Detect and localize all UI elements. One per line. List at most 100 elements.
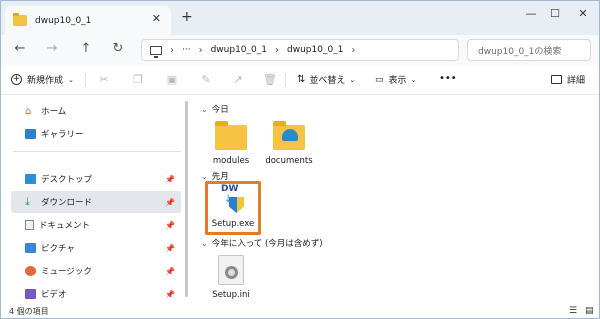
chevron-right-icon: › bbox=[170, 44, 174, 56]
sidebar-item-home[interactable]: ⌂ ホーム bbox=[11, 100, 181, 122]
documents-folder-icon bbox=[273, 121, 305, 150]
divider bbox=[85, 73, 86, 87]
sidebar-item-label: ミュージック bbox=[41, 267, 92, 277]
documents-badge-icon bbox=[282, 129, 298, 141]
pin-icon[interactable]: 📌 bbox=[165, 290, 175, 299]
sidebar-item-desktop[interactable]: デスクトップ 📌 bbox=[11, 168, 181, 190]
chevron-down-icon: ⌄ bbox=[201, 238, 208, 248]
sidebar-item-label: デスクトップ bbox=[41, 175, 93, 185]
chevron-down-icon: ⌄ bbox=[201, 104, 208, 114]
details-label: 詳細 bbox=[567, 76, 586, 86]
tab-close-icon[interactable]: ✕ bbox=[152, 12, 161, 25]
sidebar-item-label: ホーム bbox=[41, 107, 67, 117]
sidebar-item-label: ドキュメント bbox=[39, 221, 91, 231]
refresh-button[interactable]: ↻ bbox=[109, 41, 127, 56]
delete-icon[interactable]: 🗑 bbox=[263, 73, 277, 87]
address-bar[interactable]: › ··· › dwup10_0_1 › dwup10_0_1 › bbox=[141, 39, 459, 61]
breadcrumb-item[interactable]: dwup10_0_1 bbox=[211, 45, 267, 55]
view-label: 表示 bbox=[388, 76, 407, 86]
status-bar: 4 個の項目 bbox=[1, 304, 599, 318]
pictures-icon bbox=[25, 243, 36, 253]
divider bbox=[13, 151, 181, 152]
search-input[interactable]: dwup10_0_1の検索 bbox=[467, 39, 591, 61]
home-icon: ⌂ bbox=[25, 106, 32, 117]
sidebar-item-label: ダウンロード bbox=[41, 198, 93, 208]
item-count: 4 個の項目 bbox=[9, 306, 49, 316]
file-name: Setup.ini bbox=[212, 290, 250, 300]
tab-title: dwup10_0_1 bbox=[35, 15, 92, 26]
view-button[interactable]: ▭ 表示 ⌄ bbox=[375, 73, 417, 87]
details-button[interactable]: 詳細 bbox=[551, 73, 585, 86]
file-item-setup-exe[interactable]: Setup.exe bbox=[203, 219, 263, 229]
pin-icon[interactable]: 📌 bbox=[165, 244, 175, 253]
file-item-modules[interactable]: modules bbox=[201, 121, 261, 166]
new-label: 新規作成 bbox=[27, 76, 64, 86]
paste-icon[interactable]: ▣ bbox=[165, 73, 179, 87]
sidebar-item-documents[interactable]: ドキュメント 📌 bbox=[11, 214, 181, 236]
breadcrumb-more[interactable]: ··· bbox=[182, 45, 191, 55]
up-button[interactable]: ↑ bbox=[77, 41, 95, 56]
sort-icon: ⇅ bbox=[297, 74, 306, 85]
folder-icon bbox=[13, 13, 27, 26]
uac-shield-icon bbox=[229, 197, 244, 213]
close-button[interactable]: ✕ bbox=[573, 7, 593, 20]
documents-icon bbox=[25, 220, 34, 230]
sidebar-item-label: ビデオ bbox=[41, 290, 67, 300]
chevron-down-icon: ⌄ bbox=[410, 75, 417, 84]
file-item-documents[interactable]: documents bbox=[259, 121, 319, 166]
desktop-icon bbox=[25, 174, 36, 184]
more-options-button[interactable]: ••• bbox=[439, 73, 457, 84]
file-explorer-window: dwup10_0_1 ✕ + — ☐ ✕ ← → ↑ ↻ › ··· › dwu… bbox=[0, 0, 600, 319]
gear-icon bbox=[225, 266, 238, 279]
chevron-right-icon: › bbox=[275, 44, 279, 56]
pin-icon[interactable]: 📌 bbox=[165, 198, 175, 207]
dw-logo-text: DW bbox=[221, 184, 239, 194]
tiles-view-icon[interactable]: ▤ bbox=[585, 306, 594, 316]
sidebar-item-pictures[interactable]: ピクチャ 📌 bbox=[11, 237, 181, 259]
folder-icon bbox=[215, 121, 247, 150]
breadcrumb-item[interactable]: dwup10_0_1 bbox=[287, 45, 343, 55]
plus-circle-icon: + bbox=[11, 74, 22, 85]
file-name: Setup.exe bbox=[211, 219, 255, 229]
computer-icon bbox=[150, 45, 162, 58]
sidebar-scrollbar[interactable] bbox=[185, 101, 188, 297]
group-header-label: 今日 bbox=[211, 105, 229, 115]
maximize-button[interactable]: ☐ bbox=[545, 7, 565, 20]
details-pane-icon bbox=[551, 75, 562, 84]
navigation-bar: ← → ↑ ↻ › ··· › dwup10_0_1 › dwup10_0_1 … bbox=[1, 35, 599, 65]
group-header-today[interactable]: ⌄ 今日 bbox=[201, 103, 229, 116]
forward-button[interactable]: → bbox=[43, 41, 61, 56]
divider bbox=[285, 73, 286, 87]
video-icon bbox=[25, 289, 36, 299]
pin-icon[interactable]: 📌 bbox=[165, 267, 175, 276]
view-icon: ▭ bbox=[375, 74, 384, 85]
file-name: modules bbox=[212, 156, 250, 166]
sidebar-item-video[interactable]: ビデオ 📌 bbox=[11, 283, 181, 305]
chevron-right-icon: › bbox=[198, 44, 203, 56]
sort-label: 並べ替え bbox=[309, 76, 346, 86]
download-icon: ⤓ bbox=[25, 195, 30, 208]
sidebar-item-downloads[interactable]: ⤓ ダウンロード 📌 bbox=[11, 191, 181, 213]
rename-icon[interactable]: ✎ bbox=[199, 73, 213, 87]
copy-icon[interactable]: ❐ bbox=[131, 73, 145, 87]
minimize-button[interactable]: — bbox=[521, 7, 541, 20]
sidebar-item-gallery[interactable]: ギャラリー bbox=[11, 123, 181, 145]
group-header-this-year[interactable]: ⌄ 今年に入って (今月は含めず) bbox=[201, 237, 323, 250]
pin-icon[interactable]: 📌 bbox=[165, 221, 175, 230]
navigation-pane: ⌂ ホーム ギャラリー デスクトップ 📌 ⤓ ダウンロード 📌 ドキュメント 📌… bbox=[1, 96, 191, 304]
cut-icon[interactable]: ✂ bbox=[97, 73, 111, 87]
new-button[interactable]: + 新規作成 ⌄ bbox=[11, 73, 74, 86]
share-icon[interactable]: ↗ bbox=[231, 73, 245, 87]
chevron-right-icon[interactable]: › bbox=[351, 45, 355, 56]
tab-dwup10[interactable]: dwup10_0_1 ✕ bbox=[5, 6, 171, 35]
file-item-setup-ini[interactable]: Setup.ini bbox=[201, 255, 261, 300]
back-button[interactable]: ← bbox=[11, 41, 29, 56]
pin-icon[interactable]: 📌 bbox=[165, 175, 175, 184]
sidebar-item-music[interactable]: ミュージック 📌 bbox=[11, 260, 181, 282]
chevron-down-icon: ⌄ bbox=[68, 75, 74, 84]
new-tab-button[interactable]: + bbox=[181, 9, 193, 25]
gallery-icon bbox=[25, 129, 36, 139]
details-view-icon[interactable]: ☰ bbox=[569, 306, 577, 316]
sort-button[interactable]: ⇅ 並べ替え ⌄ bbox=[297, 73, 355, 86]
title-bar: dwup10_0_1 ✕ + — ☐ ✕ bbox=[1, 1, 599, 35]
